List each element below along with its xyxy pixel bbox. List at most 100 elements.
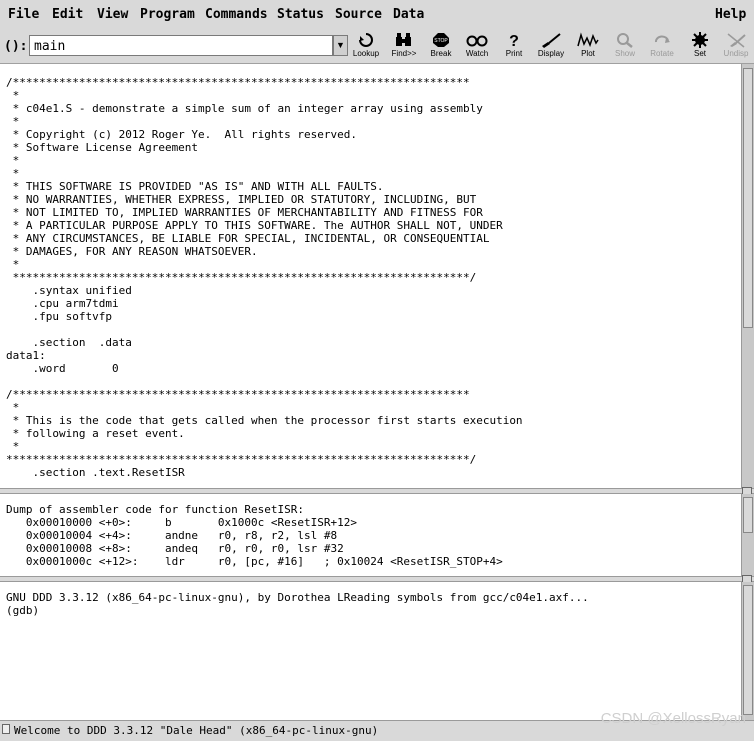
console-line: (gdb): [6, 604, 46, 617]
show-magnifier-icon: [617, 33, 633, 48]
source-line: .fpu softvfp: [6, 310, 112, 323]
asm-line: Dump of assembler code for function Rese…: [6, 503, 305, 516]
source-line: *: [6, 167, 20, 180]
lookup-icon: [359, 33, 373, 47]
watch-label: Watch: [465, 49, 489, 58]
console-scrollbar[interactable]: [741, 582, 754, 720]
source-line: data1:: [6, 349, 46, 362]
gdb-console-output: GNU DDD 3.3.12 (x86_64-pc-linux-gnu), by…: [0, 582, 741, 617]
asm-line: 0x00010000 <+0>: b 0x1000c <ResetISR+12>: [6, 516, 357, 529]
lookup-label: Lookup: [352, 49, 380, 58]
source-line: .section .data: [6, 336, 132, 349]
source-line: [6, 323, 741, 336]
rotate-label: Rotate: [650, 49, 674, 58]
find-label: Find>>: [391, 49, 417, 58]
source-line: * Software License Agreement: [6, 141, 199, 154]
assembler-code: Dump of assembler code for function Rese…: [0, 494, 741, 568]
source-line: .section .text.ResetISR: [6, 466, 185, 479]
source-top-margin: [0, 64, 741, 74]
show-button[interactable]: Show: [605, 32, 645, 62]
assembler-scrollbar[interactable]: [741, 494, 754, 576]
lookup-button[interactable]: Lookup: [346, 32, 386, 62]
console-scrollbar-thumb[interactable]: [743, 585, 753, 715]
source-line: *: [6, 89, 20, 102]
rotate-button[interactable]: Rotate: [642, 32, 682, 62]
watermark: CSDN @XellossRyan: [600, 710, 746, 727]
console-line: GNU DDD 3.3.12 (x86_64-pc-linux-gnu), by…: [6, 591, 589, 604]
asm-line: 0x00010008 <+8>: andeq r0, r0, r0, lsr #…: [6, 542, 344, 555]
chevron-down-icon: ▼: [336, 40, 345, 50]
menu-commands[interactable]: Commands: [205, 7, 268, 22]
break-label: Break: [430, 49, 452, 58]
set-label: Set: [693, 49, 706, 58]
source-line: *: [6, 258, 20, 271]
menu-data[interactable]: Data: [393, 7, 424, 22]
menu-bar: File Edit View Program Commands Status S…: [0, 0, 754, 31]
print-label: Print: [505, 49, 523, 58]
source-line: ****************************************…: [6, 271, 477, 284]
source-line: ****************************************…: [6, 453, 477, 466]
source-pane[interactable]: /***************************************…: [0, 74, 741, 488]
source-line: * Copyright (c) 2012 Roger Ye. All right…: [6, 128, 357, 141]
menu-status[interactable]: Status: [277, 7, 324, 22]
display-label: Display: [537, 49, 565, 58]
source-line: .word 0: [6, 362, 119, 375]
source-line: /***************************************…: [6, 76, 470, 89]
source-line: .syntax unified: [6, 284, 132, 297]
source-code: /***************************************…: [0, 74, 741, 479]
source-line: * This is the code that gets called when…: [6, 414, 523, 427]
source-scrollbar[interactable]: [741, 64, 754, 488]
source-line: * NO WARRANTIES, WHETHER EXPRESS, IMPLIE…: [6, 193, 477, 206]
source-line: *: [6, 154, 20, 167]
display-button[interactable]: Display: [531, 32, 571, 62]
svg-text:STOP: STOP: [434, 38, 448, 44]
source-line: * THIS SOFTWARE IS PROVIDED "AS IS" AND …: [6, 180, 384, 193]
question-mark-icon: ?: [509, 33, 519, 48]
menu-help[interactable]: Help: [715, 7, 746, 22]
source-line: .cpu arm7tdmi: [6, 297, 119, 310]
find-icon: [396, 33, 411, 46]
source-line: /***************************************…: [6, 388, 470, 401]
set-button[interactable]: Set: [680, 32, 720, 62]
asm-line: 0x00010004 <+4>: andne r0, r8, r2, lsl #…: [6, 529, 338, 542]
plot-label: Plot: [581, 49, 595, 58]
source-line: * following a reset event.: [6, 427, 185, 440]
undisp-label: Undisp: [723, 49, 749, 58]
menu-edit[interactable]: Edit: [52, 7, 83, 22]
argument-input[interactable]: main: [29, 35, 333, 56]
menu-program[interactable]: Program: [140, 7, 195, 22]
argument-label: ():: [4, 39, 28, 54]
source-line: * DAMAGES, FOR ANY REASON WHATSOEVER.: [6, 245, 258, 258]
status-message: Welcome to DDD 3.3.12 "Dale Head" (x86_6…: [14, 724, 379, 737]
show-label: Show: [614, 49, 635, 58]
source-line: * A PARTICULAR PURPOSE APPLY TO THIS SOF…: [6, 219, 503, 232]
status-indicator-icon: [2, 724, 10, 734]
display-brush-icon: [542, 33, 561, 48]
gdb-console[interactable]: GNU DDD 3.3.12 (x86_64-pc-linux-gnu), by…: [0, 582, 741, 720]
menu-file[interactable]: File: [8, 7, 39, 22]
break-button[interactable]: STOP Break: [421, 32, 461, 62]
set-gear-icon: [692, 32, 708, 48]
asm-line: 0x0001000c <+12>: ldr r0, [pc, #16] ; 0x…: [6, 555, 503, 568]
source-scrollbar-thumb[interactable]: [743, 68, 753, 328]
source-line: * NOT LIMITED TO, IMPLIED WARRANTIES OF …: [6, 206, 483, 219]
menu-source[interactable]: Source: [335, 7, 382, 22]
watch-button[interactable]: Watch: [457, 32, 497, 62]
undisp-button[interactable]: Undisp: [716, 32, 754, 62]
source-line: * c04e1.S - demonstrate a simple sum of …: [6, 102, 483, 115]
assembler-scrollbar-thumb[interactable]: [743, 497, 753, 533]
source-line: * ANY CIRCUMSTANCES, BE LIABLE FOR SPECI…: [6, 232, 490, 245]
plot-button[interactable]: Plot: [568, 32, 608, 62]
find-button[interactable]: Find>>: [384, 32, 424, 62]
undisplay-icon: [727, 33, 746, 48]
plot-wave-icon: [577, 32, 599, 48]
watch-glasses-icon: [466, 35, 488, 47]
source-line: *: [6, 115, 20, 128]
print-button[interactable]: ? Print: [494, 32, 534, 62]
assembler-pane[interactable]: Dump of assembler code for function Rese…: [0, 494, 741, 576]
rotate-icon: [655, 35, 670, 43]
source-line: *: [6, 401, 20, 414]
tool-bar: (): main ▼ Lookup Find>> STOP Break Watc…: [0, 30, 754, 64]
menu-view[interactable]: View: [97, 7, 128, 22]
stop-sign-icon: STOP: [433, 33, 449, 47]
